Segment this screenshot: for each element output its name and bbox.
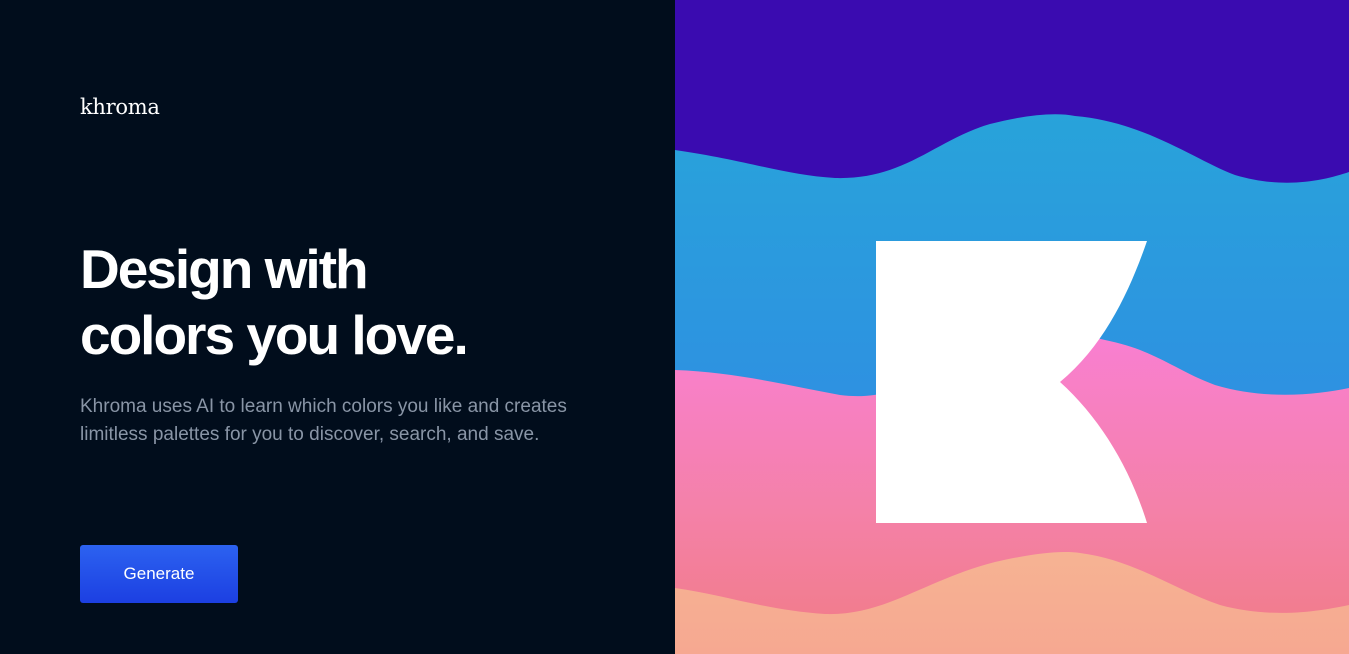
hero-description: Khroma uses AI to learn which colors you…	[80, 396, 567, 445]
hero-headline-line-1: Design with	[80, 238, 369, 300]
hero-headline-line-2: colors you love.	[80, 304, 469, 366]
hero-illustration	[675, 0, 1349, 654]
wave-background	[675, 0, 1349, 654]
khroma-logo[interactable]: khroma	[80, 95, 160, 119]
generate-button[interactable]: Generate	[80, 545, 238, 603]
hero-headline: Design with colors you love.	[80, 236, 640, 368]
left-panel: khroma Design with colors you love. Khro…	[0, 0, 675, 654]
